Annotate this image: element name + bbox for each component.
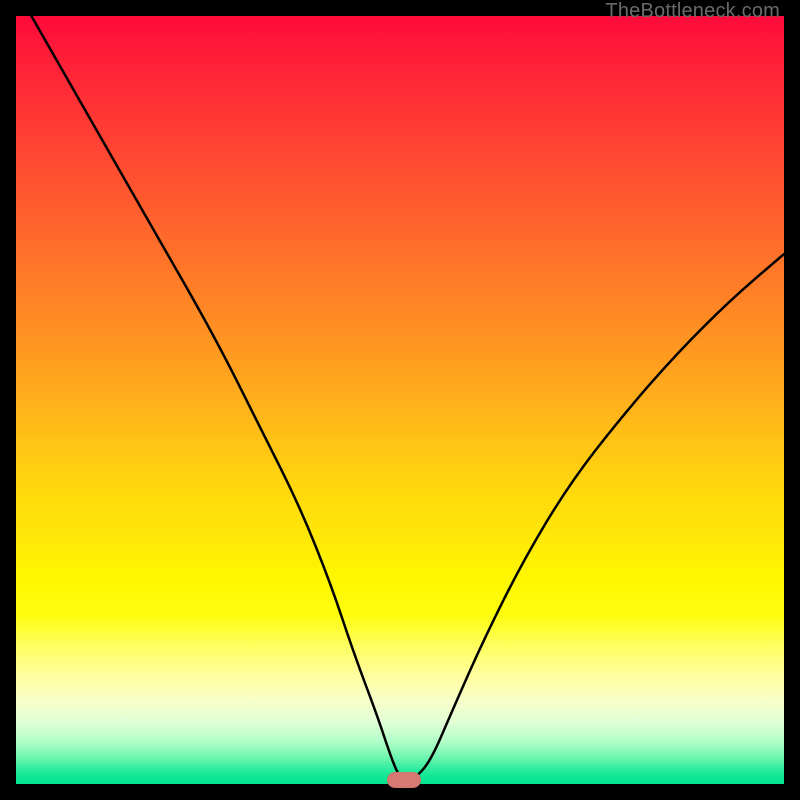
optimal-marker — [387, 772, 421, 788]
plot-area — [16, 16, 784, 784]
chart-frame: TheBottleneck.com — [0, 0, 800, 800]
watermark-text: TheBottleneck.com — [605, 0, 780, 23]
curve-path — [31, 16, 784, 779]
bottleneck-curve — [16, 16, 784, 784]
